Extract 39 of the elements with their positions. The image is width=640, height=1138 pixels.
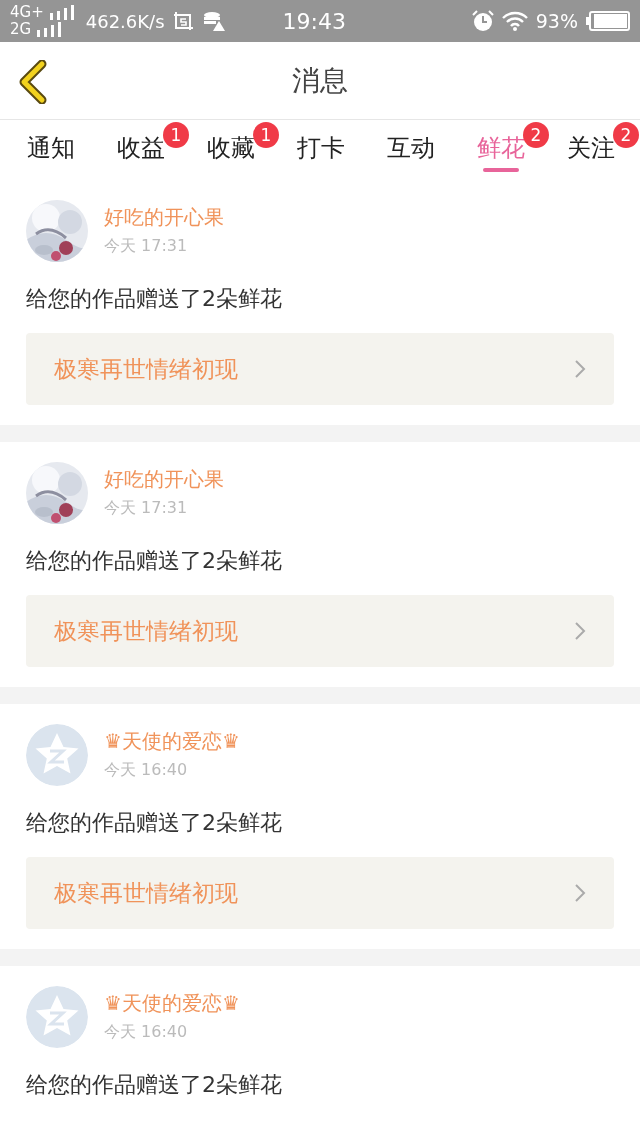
tab[interactable]: 关注 [566,126,616,174]
status-time: 19:43 [282,7,346,36]
count-badge: 2 [613,122,639,148]
message-text: 给您的作品赠送了2朵鲜花 [26,547,283,575]
tab-underline [483,168,519,172]
tab[interactable]: 互动 [386,126,436,174]
chevron-right-icon [574,359,586,379]
network-label: 4G+ [10,4,44,21]
tab[interactable]: 通知 [26,126,76,174]
count-badge: 1 [163,122,189,148]
message-time: 今天 17:31 [104,497,189,519]
screenshot-icon [172,11,195,31]
message-text: 给您的作品赠送了2朵鲜花 [26,809,283,837]
user-name: 好吃的开心果 [104,204,224,230]
user-name: ♛天使的爱恋♛ [104,990,240,1016]
tab[interactable]: 收益 [116,126,166,174]
wifi-icon [501,11,528,31]
count-badge: 2 [523,122,549,148]
user-name: ♛天使的爱恋♛ [104,728,240,754]
tab[interactable]: 打卡 [296,126,346,174]
battery-icon [586,11,630,31]
message-time: 今天 17:31 [104,235,189,257]
battery-percent: 93% [535,8,578,34]
user-name: 好吃的开心果 [104,466,224,492]
database-warning-icon [202,11,225,31]
chevron-right-icon [574,883,586,903]
tab[interactable]: 收藏 [206,126,256,174]
chevron-right-icon [574,621,586,641]
network-speed: 462.6K/s [85,9,165,34]
default-avatar-icon [26,724,88,786]
page-title: 消息 [292,62,348,99]
alarm-icon [471,10,494,32]
message-text: 给您的作品赠送了2朵鲜花 [26,1071,283,1099]
message-text: 给您的作品赠送了2朵鲜花 [26,285,283,313]
message-time: 今天 16:40 [104,1021,189,1043]
message-time: 今天 16:40 [104,759,189,781]
network-label: 2G [10,21,32,38]
default-avatar-icon [26,986,88,1048]
count-badge: 1 [253,122,279,148]
